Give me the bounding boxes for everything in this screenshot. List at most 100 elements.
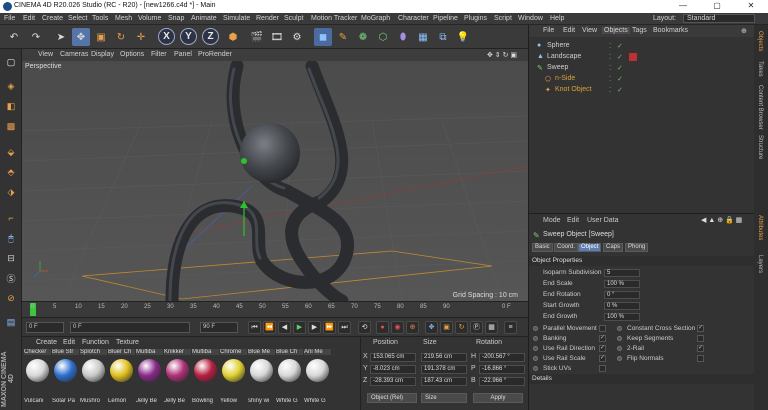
end-frame-field[interactable]: 90 F: [200, 322, 238, 333]
position-z-field[interactable]: -28.393 cm: [370, 377, 416, 386]
checkbox[interactable]: [697, 335, 704, 342]
enabled-check-icon[interactable]: ✓: [617, 43, 624, 50]
key-pla-icon[interactable]: ▦: [485, 321, 498, 334]
subdivision-icon[interactable]: ❁: [354, 28, 372, 46]
menu-motion-tracker[interactable]: Motion Tracker: [311, 15, 357, 22]
property-value-field[interactable]: 0 °: [604, 291, 640, 299]
animate-bullet-icon[interactable]: [617, 326, 622, 331]
position-x-field[interactable]: 153.065 cm: [370, 353, 416, 362]
enabled-check-icon[interactable]: ✓: [617, 65, 624, 72]
checkbox[interactable]: [697, 355, 704, 362]
animate-bullet-icon[interactable]: [533, 366, 538, 371]
vp-menu-view[interactable]: View: [38, 51, 53, 58]
enabled-check-icon[interactable]: ✓: [617, 54, 624, 61]
material-swatch[interactable]: Blue Ch White G: [276, 349, 303, 410]
checkbox[interactable]: [599, 365, 606, 372]
move-icon[interactable]: ✥: [72, 28, 90, 46]
tab-basic[interactable]: Basic: [532, 243, 553, 252]
keyframe-selection-icon[interactable]: ⊕: [406, 321, 419, 334]
menu-pipeline[interactable]: Pipeline: [433, 15, 458, 22]
material-swatch[interactable]: Blue Me shiny wi: [248, 349, 275, 410]
visibility-dots-icon[interactable]: ⁚: [609, 43, 616, 50]
deformer-icon[interactable]: ⬮: [394, 28, 412, 46]
scale-icon[interactable]: ▣: [92, 28, 110, 46]
material-swatch[interactable]: Knikker Jelly Be: [164, 349, 191, 410]
position-y-field[interactable]: -8.023 cm: [370, 365, 416, 374]
key-position-icon[interactable]: ✥: [425, 321, 438, 334]
checkbox[interactable]: ✓: [697, 325, 704, 332]
vp-menu-display[interactable]: Display: [91, 51, 114, 58]
animate-bullet-icon[interactable]: [533, 326, 538, 331]
object-row[interactable]: ▲ Landscape ⁚ ✓: [529, 52, 755, 63]
start-frame-field[interactable]: 0 F: [26, 322, 64, 333]
checkbox[interactable]: ✓: [599, 335, 606, 342]
cube-primitive-icon[interactable]: ◼: [314, 28, 332, 46]
mat-menu-create[interactable]: Create: [36, 339, 57, 346]
om-menu-view[interactable]: View: [582, 27, 597, 34]
menu-render[interactable]: Render: [256, 15, 279, 22]
autokey-icon[interactable]: ◉: [391, 321, 404, 334]
camera-icon[interactable]: ⧉: [434, 28, 452, 46]
side-tab-structure[interactable]: Structure: [757, 135, 763, 159]
am-menu-edit[interactable]: Edit: [567, 217, 579, 224]
model-mode-icon[interactable]: ◈: [2, 77, 20, 95]
x-axis-lock-icon[interactable]: X: [158, 28, 175, 45]
animate-bullet-icon[interactable]: [533, 346, 538, 351]
render-picture-viewer-icon[interactable]: 🎞: [268, 28, 286, 46]
animate-bullet-icon[interactable]: [617, 336, 622, 341]
enabled-check-icon[interactable]: ✓: [617, 87, 624, 94]
am-menu-user-data[interactable]: User Data: [587, 217, 619, 224]
grid-snap-icon[interactable]: ▤: [2, 313, 20, 331]
maximize-button[interactable]: ▢: [700, 0, 734, 13]
menu-file[interactable]: File: [4, 15, 15, 22]
om-menu-objects[interactable]: Objects: [602, 27, 630, 34]
size-x-field[interactable]: 219.56 cm: [421, 353, 467, 362]
material-swatch[interactable]: Ani Me White G: [304, 349, 331, 410]
material-swatch[interactable]: Chrome Yellow: [220, 349, 247, 410]
size-mode-select[interactable]: Size: [421, 393, 467, 403]
om-nav-icon[interactable]: ⊕: [741, 27, 747, 35]
redo-icon[interactable]: ↷: [26, 28, 46, 46]
side-tab-objects[interactable]: Objects: [757, 31, 763, 51]
size-y-field[interactable]: 191.378 cm: [421, 365, 467, 374]
prev-frame-icon[interactable]: ◀: [278, 321, 291, 334]
menu-mograph[interactable]: MoGraph: [361, 15, 390, 22]
side-tab-content-browser[interactable]: Content Browser: [757, 85, 763, 130]
minimize-button[interactable]: —: [666, 0, 700, 13]
menu-window[interactable]: Window: [518, 15, 543, 22]
object-row[interactable]: ✎ Sweep ⁚ ✓: [529, 63, 755, 74]
om-menu-file[interactable]: File: [543, 27, 554, 34]
material-tag-icon[interactable]: [629, 53, 637, 61]
am-nav-icons[interactable]: ◀ ▲ ⊕ 🔒 ▦: [701, 216, 742, 224]
property-value-field[interactable]: 5: [604, 269, 640, 277]
menu-plugins[interactable]: Plugins: [464, 15, 487, 22]
timeline-menu-icon[interactable]: ≡: [504, 321, 517, 334]
property-value-field[interactable]: 0 %: [604, 302, 640, 310]
material-swatch[interactable]: Bluer Ch Lemon: [108, 349, 135, 410]
menu-sculpt[interactable]: Sculpt: [284, 15, 303, 22]
menu-snap[interactable]: Snap: [168, 15, 184, 22]
tab-phong[interactable]: Phong: [625, 243, 649, 252]
go-to-start-icon[interactable]: ⏮: [248, 321, 261, 334]
visibility-dots-icon[interactable]: ⁚: [609, 54, 616, 61]
cloner-icon[interactable]: ⬡: [374, 28, 392, 46]
object-row[interactable]: ⬠ n-Side ⁚ ✓: [529, 74, 755, 85]
vp-menu-options[interactable]: Options: [120, 51, 144, 58]
axis-mode-icon[interactable]: ⌐: [2, 209, 20, 227]
menu-simulate[interactable]: Simulate: [223, 15, 250, 22]
mat-menu-texture[interactable]: Texture: [116, 339, 139, 346]
side-tab-attributes[interactable]: Attributes: [757, 215, 763, 240]
visibility-dots-icon[interactable]: ⁚: [609, 87, 616, 94]
transform-icon[interactable]: ✛: [132, 28, 150, 46]
vp-menu-panel[interactable]: Panel: [174, 51, 192, 58]
polygons-mode-icon[interactable]: ⬗: [2, 183, 20, 201]
rotation-p-field[interactable]: -16.866 °: [479, 365, 525, 374]
menu-help[interactable]: Help: [550, 15, 564, 22]
texture-mode-icon[interactable]: ◧: [2, 97, 20, 115]
menu-create[interactable]: Create: [42, 15, 63, 22]
animate-bullet-icon[interactable]: [617, 356, 622, 361]
points-mode-icon[interactable]: ⬙: [2, 143, 20, 161]
animate-bullet-icon[interactable]: [533, 356, 538, 361]
om-menu-tags[interactable]: Tags: [632, 27, 647, 34]
rotate-icon[interactable]: ↻: [112, 28, 130, 46]
